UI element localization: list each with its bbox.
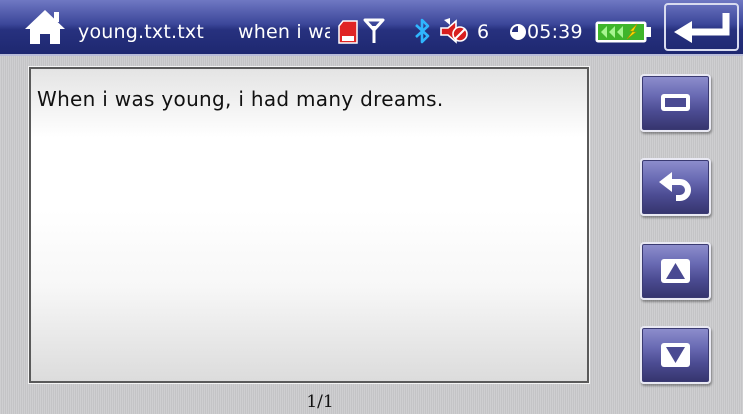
clock-time: 05:39: [527, 21, 583, 43]
text-viewer-pane[interactable]: When i was young, i had many dreams.: [29, 67, 589, 383]
page-up-button[interactable]: [640, 242, 711, 300]
bluetooth-icon: [415, 18, 430, 44]
fullscreen-button[interactable]: [640, 74, 711, 132]
page-down-button[interactable]: [640, 326, 711, 384]
volume-icon: [440, 18, 468, 44]
home-button[interactable]: [22, 7, 68, 47]
antenna-icon: [363, 18, 385, 43]
back-button[interactable]: [664, 3, 739, 51]
sd-card-icon: [338, 20, 358, 44]
battery-charging-icon: [595, 21, 651, 43]
back-arrow-icon: [664, 3, 739, 51]
return-arrow-icon: [659, 172, 691, 201]
home-icon: [25, 10, 65, 44]
fullscreen-icon: [661, 94, 690, 111]
title-bar: young.txt.txt when i was young 6 05:39: [0, 0, 743, 56]
triangle-up-icon: [661, 259, 690, 283]
document-text: When i was young, i had many dreams.: [37, 87, 444, 111]
triangle-down-icon: [661, 343, 690, 367]
text-preview: when i was young: [238, 21, 330, 43]
file-name: young.txt.txt: [78, 21, 204, 43]
page-indicator: 1/1: [306, 392, 334, 412]
volume-level: 6: [477, 21, 490, 43]
return-button[interactable]: [640, 158, 711, 216]
clock-icon: [510, 24, 526, 40]
text-viewer-screen: young.txt.txt when i was young 6 05:39: [0, 0, 743, 414]
